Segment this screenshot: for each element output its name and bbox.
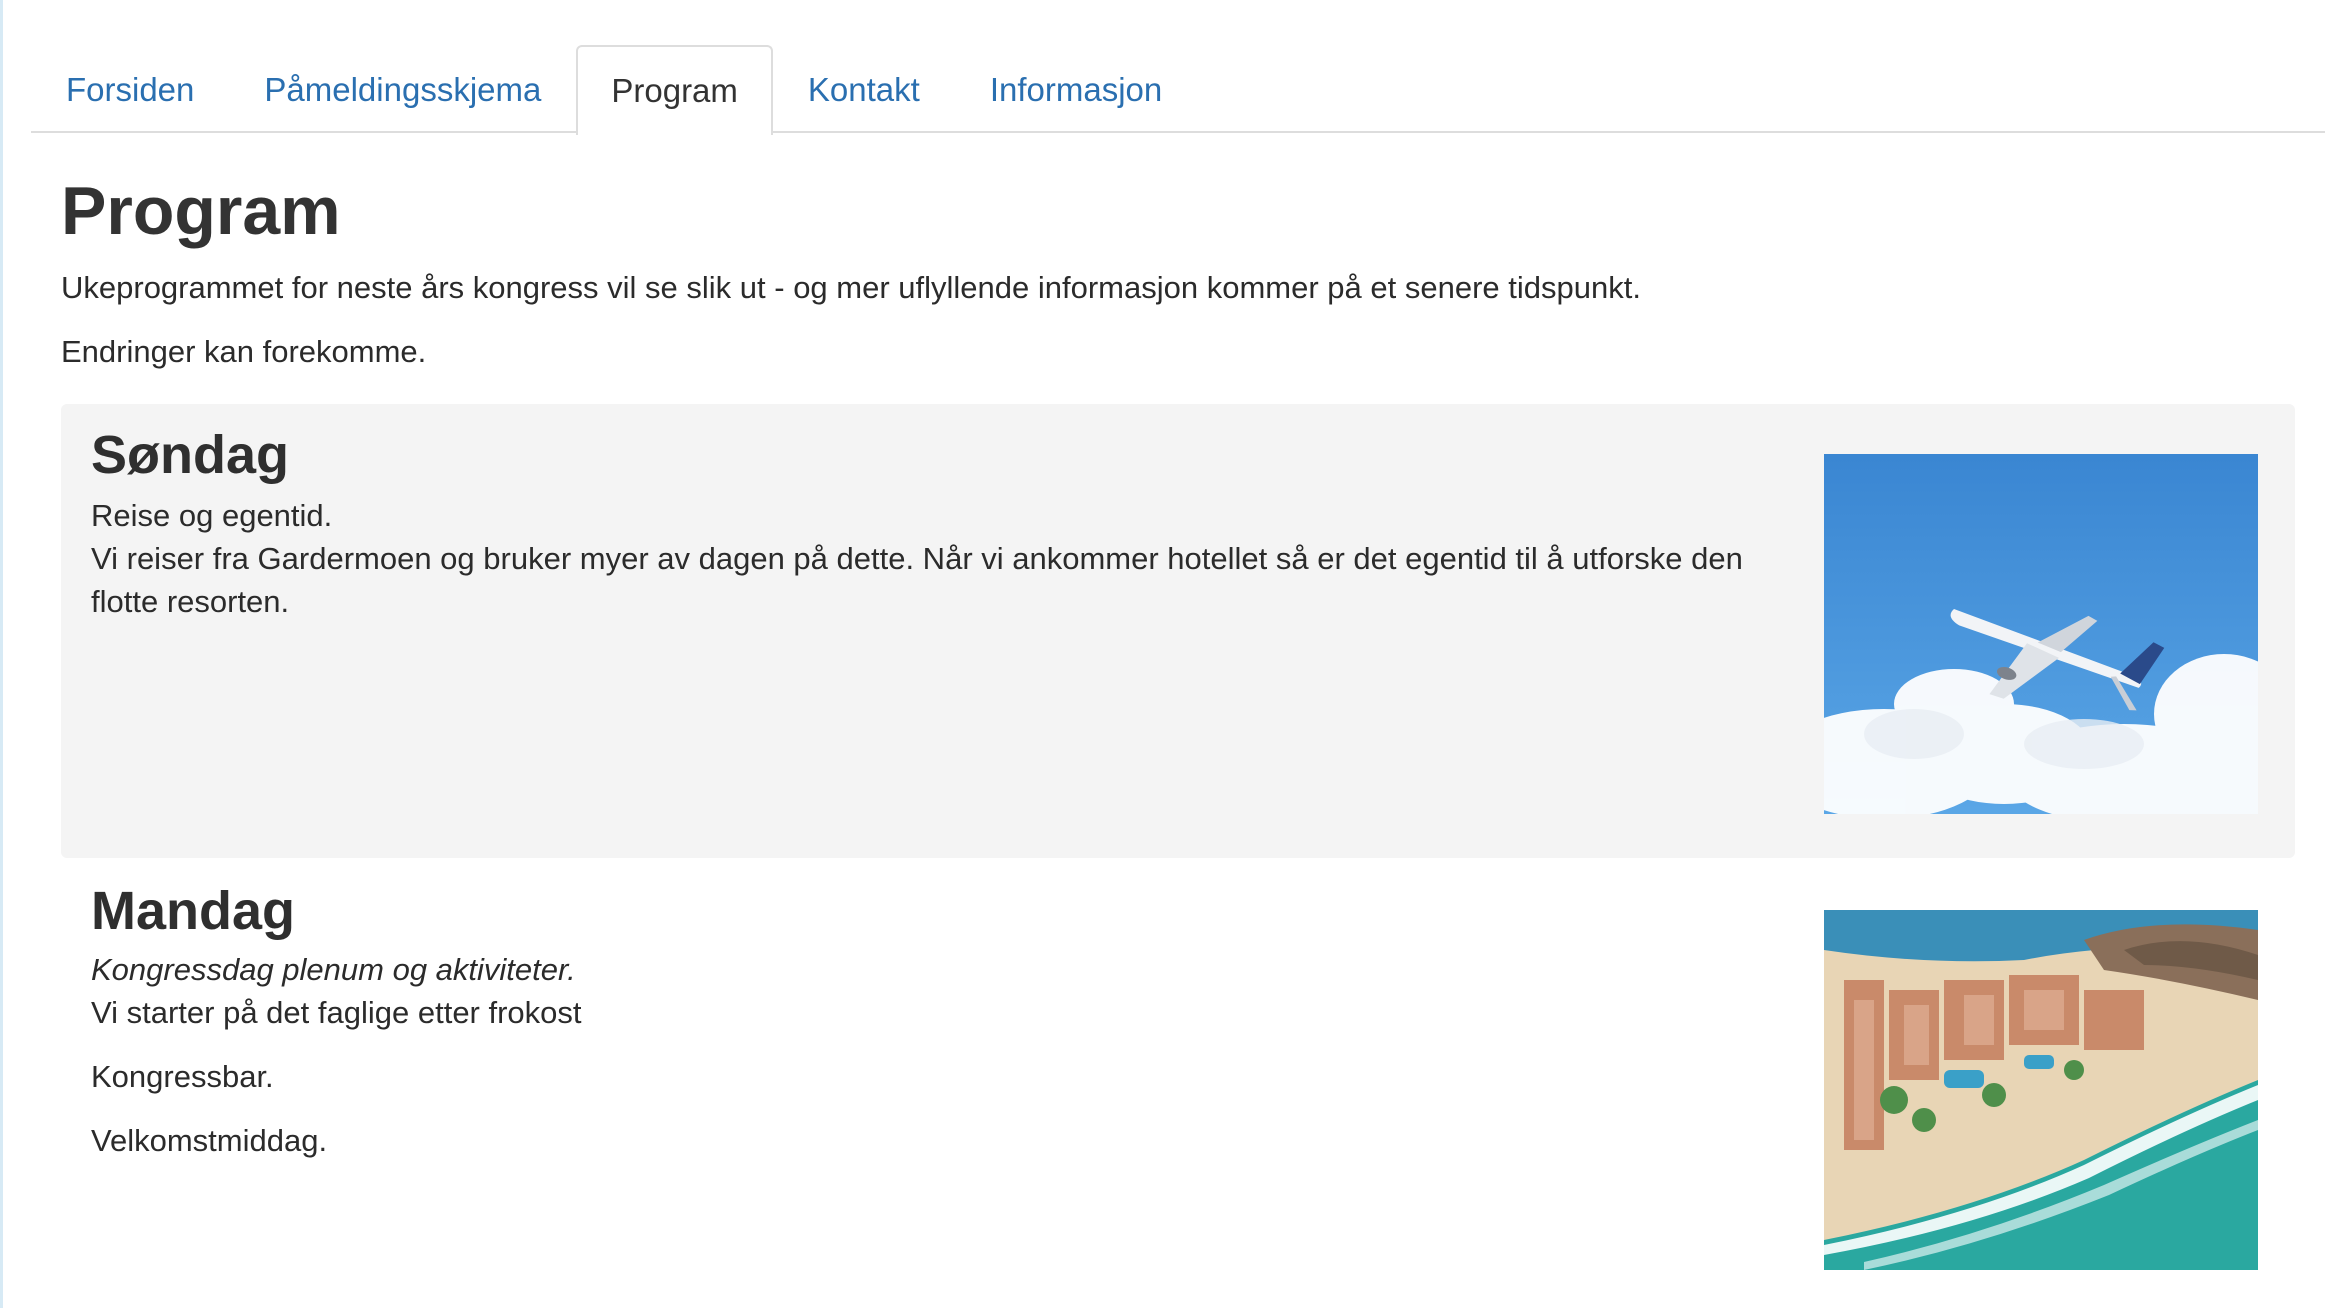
airplane-illustration [1824,454,2258,814]
monday-line-1: Vi starter på det faglige etter frokost [91,995,582,1030]
tab-program[interactable]: Program [576,45,773,135]
day-card-sunday: Søndag Reise og egentid. Vi reiser fra G… [61,404,2295,858]
day-description-sunday: Reise og egentid. Vi reiser fra Gardermo… [91,494,1801,623]
day-card-monday: Mandag Kongressdag plenum og aktiviteter… [61,860,2295,1300]
page-title: Program [61,173,341,249]
monday-subtitle: Kongressdag plenum og aktiviteter. [91,952,576,987]
tab-informasjon[interactable]: Informasjon [955,45,1197,133]
monday-line-3: Velkomstmiddag. [91,1123,328,1158]
airplane-image [1824,454,2258,814]
tab-kontakt[interactable]: Kontakt [773,45,955,133]
intro-text: Ukeprogrammet for neste års kongress vil… [61,270,1641,305]
tab-navigation: Forsiden Påmeldingsskjema Program Kontak… [31,45,2325,135]
resort-illustration [1824,910,2258,1270]
day-description-monday: Kongressdag plenum og aktiviteter. Vi st… [91,948,1801,1162]
sunday-line-1: Reise og egentid. [91,498,333,533]
day-heading-monday: Mandag [91,881,296,941]
tab-pameldingsskjema[interactable]: Påmeldingsskjema [229,45,576,133]
left-accent-bar [0,0,3,1308]
day-heading-sunday: Søndag [91,425,289,485]
changes-note: Endringer kan forekomme. [61,334,427,369]
tab-forsiden[interactable]: Forsiden [31,45,229,133]
resort-beach-image [1824,910,2258,1270]
monday-line-2: Kongressbar. [91,1059,274,1094]
sunday-line-2: Vi reiser fra Gardermoen og bruker myer … [91,541,1743,619]
